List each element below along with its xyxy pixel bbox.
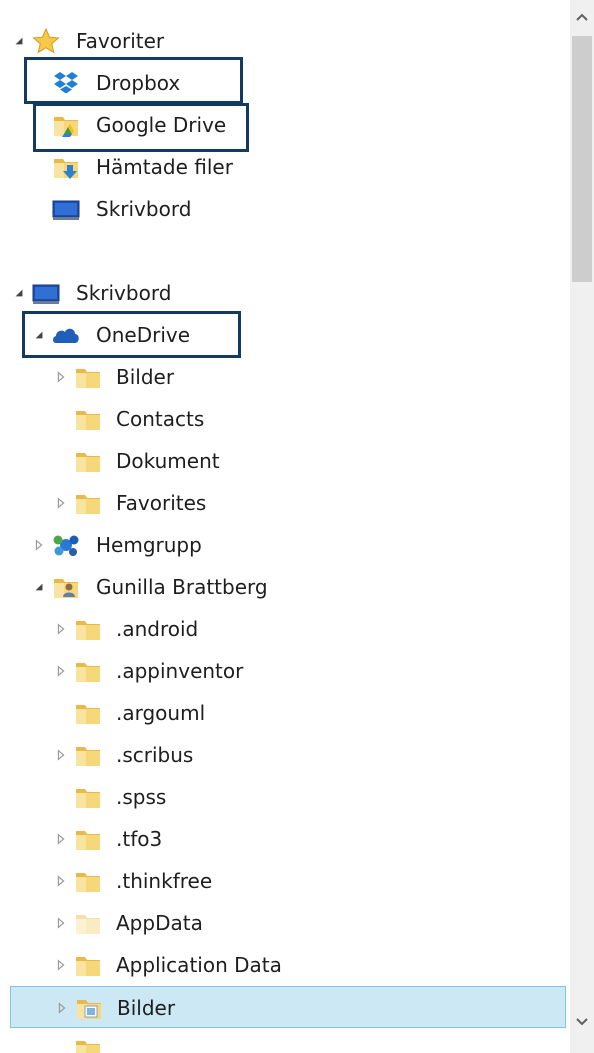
tree-item-scribus[interactable]: .scribus <box>0 734 570 776</box>
tree-item-label: .tfo3 <box>116 827 163 851</box>
tree-item-contacts[interactable]: Contacts <box>0 398 570 440</box>
tree-item-gunilla-brattberg[interactable]: Gunilla Brattberg <box>0 566 570 608</box>
expanded-arrow-icon[interactable] <box>12 285 26 301</box>
tree-item-skrivbord[interactable]: Skrivbord <box>0 272 570 314</box>
tree-item-label: Bilder <box>116 365 175 389</box>
tree-item-bilder-selected[interactable]: Bilder <box>10 986 566 1028</box>
folder-icon <box>74 784 102 810</box>
tree-item-label: .spss <box>116 785 167 809</box>
folder-icon <box>74 658 102 684</box>
tree-item-tfo3[interactable]: .tfo3 <box>0 818 570 860</box>
folder-icon <box>74 364 102 390</box>
tree-item-hemgrupp[interactable]: Hemgrupp <box>0 524 570 566</box>
tree-item-label: .android <box>116 617 199 641</box>
folder-icon <box>74 700 102 726</box>
tree-item-label: Hämtade filer <box>96 155 233 179</box>
tree-item-label: .appinventor <box>116 659 244 683</box>
downloads-folder-icon <box>52 154 80 180</box>
tree-item-label: Application Data <box>116 953 282 977</box>
tree-item-favoriter[interactable]: Favoriter <box>0 20 570 62</box>
tree-item-appinventor[interactable]: .appinventor <box>0 650 570 692</box>
collapsed-arrow-icon[interactable] <box>55 1000 69 1016</box>
collapsed-arrow-icon[interactable] <box>54 957 68 973</box>
expanded-arrow-icon[interactable] <box>32 327 46 343</box>
tree-item-label: Skrivbord <box>96 197 192 221</box>
navigation-tree: Favoriter Dropbox Google Drive Hämtade f… <box>0 0 570 1053</box>
tree-item-android[interactable]: .android <box>0 608 570 650</box>
tree-item-partial <box>0 1028 570 1053</box>
pictures-library-icon <box>75 995 103 1021</box>
tree-item-label: Contacts <box>116 407 205 431</box>
tree-item-bilder-onedrive[interactable]: Bilder <box>0 356 570 398</box>
tree-item-label: Dropbox <box>96 71 181 95</box>
collapsed-arrow-icon[interactable] <box>54 621 68 637</box>
tree-item-label: .thinkfree <box>116 869 213 893</box>
tree-item-label: AppData <box>116 911 203 935</box>
tree-item-spss[interactable]: .spss <box>0 776 570 818</box>
folder-icon <box>74 826 102 852</box>
chevron-up-icon[interactable] <box>570 0 594 34</box>
tree-item-application-data[interactable]: Application Data <box>0 944 570 986</box>
tree-item-label: .argouml <box>116 701 206 725</box>
tree-item-label: Favoriter <box>76 29 165 53</box>
tree-item-appdata[interactable]: AppData <box>0 902 570 944</box>
tree-item-google-drive[interactable]: Google Drive <box>0 104 570 146</box>
expanded-arrow-icon[interactable] <box>32 579 46 595</box>
scrollbar-thumb[interactable] <box>572 36 592 282</box>
tree-item-skrivbord-favorite[interactable]: Skrivbord <box>0 188 570 230</box>
tree-item-argouml[interactable]: .argouml <box>0 692 570 734</box>
tree-item-label: .scribus <box>116 743 194 767</box>
tree-item-dropbox[interactable]: Dropbox <box>0 62 570 104</box>
desktop-icon <box>32 280 60 306</box>
tree-item-label: Google Drive <box>96 113 227 137</box>
tree-item-label: Gunilla Brattberg <box>96 575 268 599</box>
folder-icon <box>74 448 102 474</box>
tree-item-label: Hemgrupp <box>96 533 202 557</box>
dropbox-icon <box>52 70 80 96</box>
collapsed-arrow-icon[interactable] <box>54 369 68 385</box>
collapsed-arrow-icon[interactable] <box>32 537 46 553</box>
folder-icon <box>74 490 102 516</box>
tree-item-label: Favorites <box>116 491 207 515</box>
folder-icon <box>74 868 102 894</box>
collapsed-arrow-icon[interactable] <box>54 915 68 931</box>
tree-item-dokument[interactable]: Dokument <box>0 440 570 482</box>
expanded-arrow-icon[interactable] <box>12 33 26 49</box>
tree-item-label: Bilder <box>117 996 176 1020</box>
tree-item-label: Dokument <box>116 449 220 473</box>
folder-icon <box>74 742 102 768</box>
vertical-scrollbar[interactable] <box>570 0 594 1053</box>
tree-item-hamtade-filer[interactable]: Hämtade filer <box>0 146 570 188</box>
collapsed-arrow-icon[interactable] <box>54 663 68 679</box>
folder-faded-icon <box>74 910 102 936</box>
folder-icon <box>74 406 102 432</box>
star-icon <box>32 27 60 54</box>
folder-icon <box>74 952 102 978</box>
tree-item-favorites[interactable]: Favorites <box>0 482 570 524</box>
collapsed-arrow-icon[interactable] <box>54 873 68 889</box>
tree-item-onedrive[interactable]: OneDrive <box>0 314 570 356</box>
homegroup-icon <box>52 532 80 558</box>
onedrive-cloud-icon <box>52 322 80 348</box>
tree-item-label: Skrivbord <box>76 281 172 305</box>
folder-icon <box>74 616 102 642</box>
tree-item-label: OneDrive <box>96 323 191 347</box>
desktop-icon <box>52 196 80 222</box>
google-drive-folder-icon <box>52 112 80 138</box>
tree-item-thinkfree[interactable]: .thinkfree <box>0 860 570 902</box>
folder-icon <box>74 1036 102 1053</box>
chevron-down-icon[interactable] <box>570 1005 594 1039</box>
user-folder-icon <box>52 574 80 600</box>
collapsed-arrow-icon[interactable] <box>54 747 68 763</box>
collapsed-arrow-icon[interactable] <box>54 495 68 511</box>
collapsed-arrow-icon[interactable] <box>54 831 68 847</box>
